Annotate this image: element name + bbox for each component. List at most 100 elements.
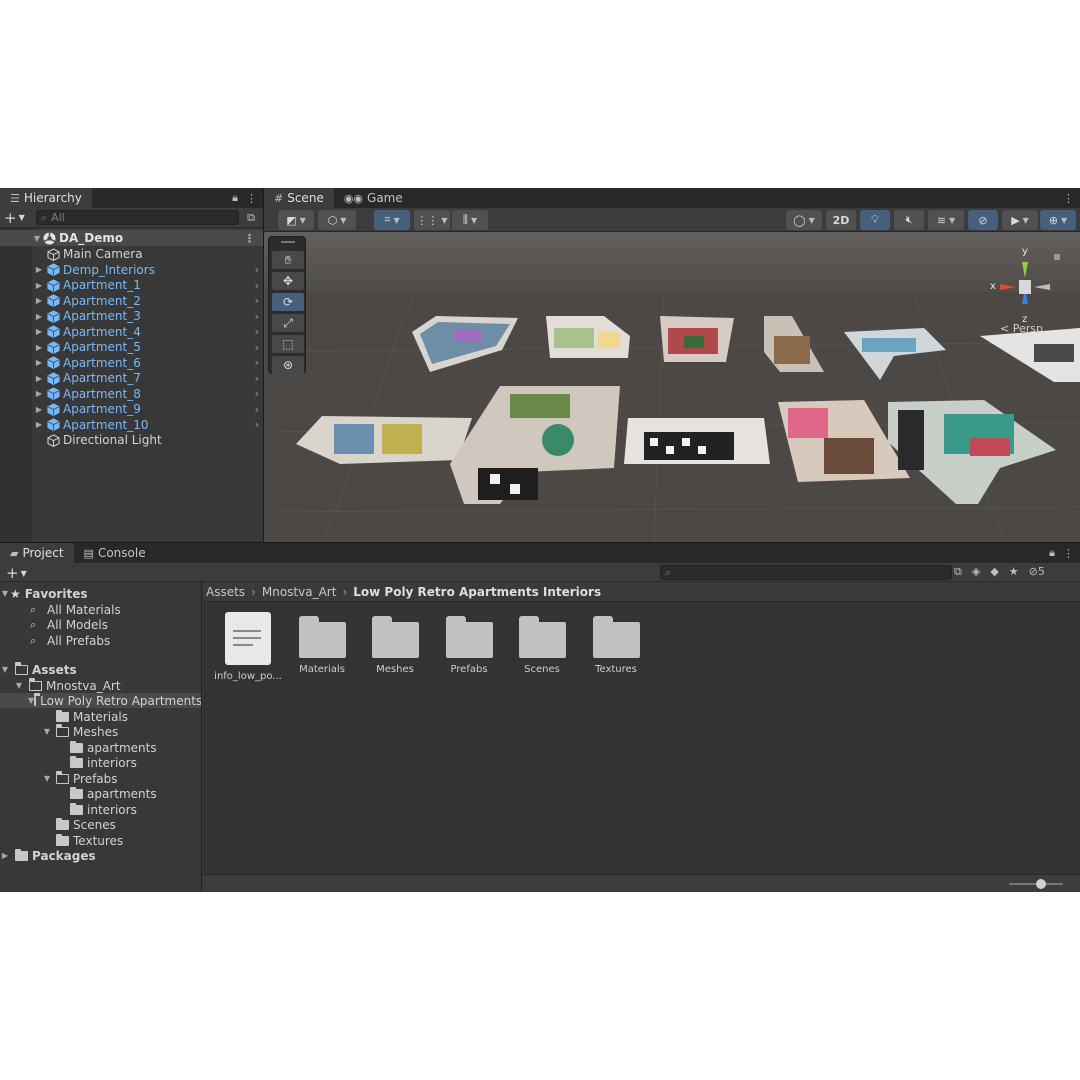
tree-prefabs[interactable]: ▼ Prefabs xyxy=(0,771,201,786)
hierarchy-item[interactable]: ▶ Apartment_6 › xyxy=(0,355,263,371)
lighting-button[interactable]: 💡︎ xyxy=(860,210,890,230)
apartment-model-8[interactable] xyxy=(450,386,620,504)
tree-prefabs-interiors[interactable]: interiors xyxy=(0,802,201,817)
breadcrumb-item[interactable]: Assets xyxy=(206,585,245,599)
tree-mnostva[interactable]: ▼ Mnostva_Art xyxy=(0,678,201,693)
grid-visibility-button[interactable]: ⫼ ▼ xyxy=(452,210,488,230)
expand-arrow-icon[interactable]: ▼ xyxy=(14,681,24,690)
label-icon[interactable]: ◆ xyxy=(990,565,998,579)
transform-tool-button[interactable]: ⊛ xyxy=(272,356,304,374)
project-search-input[interactable]: ⌕ xyxy=(660,565,952,580)
hierarchy-item[interactable]: ▶ Apartment_4 › xyxy=(0,324,263,340)
rect-tool-button[interactable]: ⬚ xyxy=(272,335,304,353)
favorite-star-icon[interactable]: ★ xyxy=(1009,565,1019,579)
lock-icon[interactable]: 🔒︎ xyxy=(232,191,238,205)
tree-prefabs-apartments[interactable]: apartments xyxy=(0,786,201,801)
asset-item-folder[interactable]: Prefabs xyxy=(432,612,506,682)
expand-arrow-icon[interactable]: ▶ xyxy=(34,327,44,336)
increment-snap-button[interactable]: ⋮⋮ ▼ xyxy=(414,210,450,230)
scene-row[interactable]: ▼ DA_Demo ⋮ xyxy=(0,230,263,246)
expand-arrow-icon[interactable]: ▼ xyxy=(0,665,10,674)
apartment-model-2[interactable] xyxy=(546,316,630,358)
scene-kebab-icon[interactable]: ⋮ xyxy=(244,232,255,245)
move-tool-button[interactable]: ✥ xyxy=(272,272,304,290)
tree-assets[interactable]: ▼ Assets xyxy=(0,662,201,677)
asset-item-folder[interactable]: Meshes xyxy=(358,612,432,682)
asset-item-document[interactable]: info_low_po... xyxy=(211,612,285,682)
tree-meshes[interactable]: ▼ Meshes xyxy=(0,724,201,739)
expand-arrow-icon[interactable]: ▶ xyxy=(34,405,44,414)
search-by-type-icon[interactable]: ⧉ xyxy=(243,211,259,225)
gizmo-y-cone[interactable] xyxy=(1022,262,1028,278)
kebab-menu-icon[interactable]: ⋮ xyxy=(246,192,257,205)
create-asset-button[interactable]: + ▼ xyxy=(6,564,34,582)
icon-size-slider[interactable] xyxy=(1009,879,1063,889)
expand-arrow-icon[interactable]: ▼ xyxy=(42,774,52,783)
open-prefab-chevron-icon[interactable]: › xyxy=(255,356,259,369)
mode-2d-button[interactable]: 2D xyxy=(826,210,856,230)
expand-arrow-icon[interactable]: ▶ xyxy=(34,281,44,290)
tree-meshes-apartments[interactable]: apartments xyxy=(0,740,201,755)
expand-arrow-icon[interactable]: ▶ xyxy=(34,374,44,383)
gizmo-lock-icon[interactable] xyxy=(1054,254,1060,260)
expand-arrow-icon[interactable]: ▼ xyxy=(0,589,10,598)
expand-arrow-icon[interactable]: ▶ xyxy=(34,312,44,321)
scale-tool-button[interactable]: ⤢ xyxy=(272,314,304,332)
expand-arrow-icon[interactable]: ▶ xyxy=(34,265,44,274)
scene-visibility-button[interactable]: ⊘ xyxy=(968,210,998,230)
open-prefab-chevron-icon[interactable]: › xyxy=(255,310,259,323)
tab-hierarchy[interactable]: ☰ Hierarchy xyxy=(0,188,92,208)
tree-packages[interactable]: ▶ Packages xyxy=(0,848,201,863)
tree-low-poly[interactable]: ▼ Low Poly Retro Apartments Interiors xyxy=(0,693,201,708)
rotate-tool-button[interactable]: ⟳ xyxy=(272,293,304,311)
apartment-model-7[interactable] xyxy=(296,416,472,464)
apartment-model-9[interactable] xyxy=(624,418,770,464)
apartment-model-4[interactable] xyxy=(764,316,824,372)
tree-favorite-item[interactable]: ⌕ All Models xyxy=(0,617,201,632)
expand-arrow-icon[interactable]: ▼ xyxy=(42,727,52,736)
expand-arrow-icon[interactable]: ▶ xyxy=(34,343,44,352)
shading-mode-button[interactable]: ◯ ▼ xyxy=(786,210,822,230)
breadcrumb-current[interactable]: Low Poly Retro Apartments Interiors xyxy=(353,585,601,599)
hierarchy-item[interactable]: Main Camera xyxy=(0,246,263,262)
kebab-menu-icon[interactable]: ⋮ xyxy=(1063,192,1074,205)
expand-arrow-icon[interactable]: ▶ xyxy=(34,296,44,305)
hierarchy-item[interactable]: ▶ Apartment_10 › xyxy=(0,417,263,433)
gizmo-center-cube[interactable] xyxy=(1019,280,1031,294)
draw-mode-button[interactable]: ◩ ▼ xyxy=(278,210,314,230)
open-prefab-chevron-icon[interactable]: › xyxy=(255,387,259,400)
expand-arrow-icon[interactable]: ▶ xyxy=(34,358,44,367)
camera-button[interactable]: ▶ ▼ xyxy=(1002,210,1038,230)
tree-scenes[interactable]: Scenes xyxy=(0,817,201,832)
hierarchy-item[interactable]: ▶ Apartment_5 › xyxy=(0,339,263,355)
gizmo-x-cone[interactable] xyxy=(1000,284,1016,290)
open-prefab-chevron-icon[interactable]: › xyxy=(255,418,259,431)
hand-tool-button[interactable]: ✋︎ xyxy=(272,251,304,269)
tab-scene[interactable]: # Scene xyxy=(264,188,334,208)
expand-arrow-icon[interactable]: ▶ xyxy=(34,389,44,398)
expand-arrow-icon[interactable]: ▶ xyxy=(0,851,10,860)
hidden-packages-button[interactable]: ⊘5 xyxy=(1029,565,1045,579)
expand-arrow-icon[interactable]: ▼ xyxy=(32,234,42,243)
expand-arrow-icon[interactable]: ▶ xyxy=(34,420,44,429)
palette-grip[interactable] xyxy=(281,241,295,243)
asset-item-folder[interactable]: Textures xyxy=(579,612,653,682)
open-prefab-chevron-icon[interactable]: › xyxy=(255,279,259,292)
render-mode-button[interactable]: ⬡ ▼ xyxy=(318,210,356,230)
kebab-menu-icon[interactable]: ⋮ xyxy=(1063,547,1074,560)
projection-label[interactable]: < Persp xyxy=(1000,322,1043,335)
open-prefab-chevron-icon[interactable]: › xyxy=(255,372,259,385)
audio-button[interactable]: 🔇︎ xyxy=(894,210,924,230)
apartment-model-1[interactable] xyxy=(412,316,518,372)
tab-console[interactable]: ▤ Console xyxy=(74,543,156,563)
hierarchy-item[interactable]: ▶ Apartment_9 › xyxy=(0,401,263,417)
hierarchy-item[interactable]: ▶ Apartment_3 › xyxy=(0,308,263,324)
open-prefab-chevron-icon[interactable]: › xyxy=(255,263,259,276)
open-prefab-chevron-icon[interactable]: › xyxy=(255,325,259,338)
open-prefab-chevron-icon[interactable]: › xyxy=(255,294,259,307)
slider-knob[interactable] xyxy=(1036,879,1047,889)
tree-materials[interactable]: Materials xyxy=(0,709,201,724)
effects-button[interactable]: ≋ ▼ xyxy=(928,210,964,230)
tree-favorite-item[interactable]: ⌕ All Prefabs xyxy=(0,633,201,648)
apartment-model-11[interactable] xyxy=(888,400,1056,504)
